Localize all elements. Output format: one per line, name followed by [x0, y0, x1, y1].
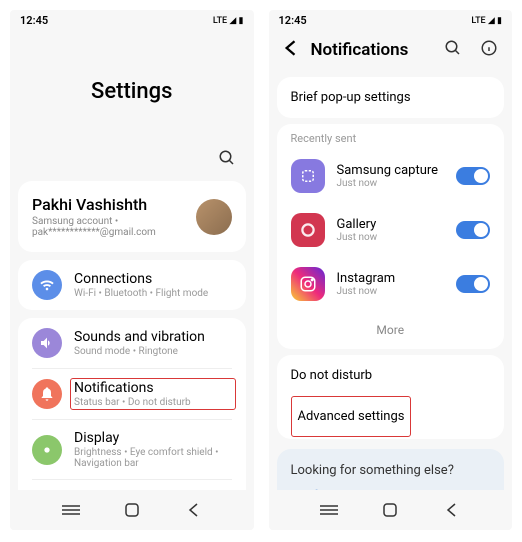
header: Notifications	[269, 29, 513, 71]
statusbar: 12:45 LTE ◢ ▮	[10, 10, 254, 29]
app-instagram[interactable]: Instagram Just now	[277, 257, 505, 311]
page-title: Settings	[10, 29, 254, 149]
app-name: Gallery	[337, 217, 445, 232]
setting-notifications[interactable]: Notifications Status bar • Do not distur…	[18, 369, 246, 419]
nav-bar	[10, 490, 254, 530]
nav-back[interactable]	[441, 500, 461, 520]
setting-connections[interactable]: Connections Wi-Fi • Bluetooth • Flight m…	[18, 260, 246, 310]
nav-recents[interactable]	[61, 500, 81, 520]
samsung-capture-icon	[291, 159, 325, 193]
info-icon[interactable]	[480, 39, 498, 61]
toggle-samsung-capture[interactable]	[456, 167, 490, 185]
avatar	[196, 199, 232, 235]
status-time: 12:45	[279, 14, 307, 27]
dnd-card: Do not disturb Advanced settings	[277, 355, 505, 439]
setting-sub: Status bar • Do not disturb	[74, 397, 232, 408]
setting-sub: Sound mode • Ringtone	[74, 346, 232, 357]
notifications-highlighted: Notifications Status bar • Do not distur…	[70, 378, 236, 410]
account-name: Pakhi Vashishth	[32, 195, 196, 214]
back-icon[interactable]	[283, 39, 297, 61]
instagram-icon	[291, 267, 325, 301]
search-icon[interactable]	[444, 39, 462, 61]
account-sub: Samsung account • pak************@gmail.…	[32, 216, 196, 238]
brief-card[interactable]: Brief pop-up settings	[277, 77, 505, 118]
app-name: Instagram	[337, 271, 445, 286]
nav-home[interactable]	[122, 500, 142, 520]
setting-sounds[interactable]: Sounds and vibration Sound mode • Ringto…	[18, 318, 246, 368]
phone-notifications: 12:45 LTE ◢ ▮ Notifications Brief pop-up…	[269, 10, 513, 530]
nav-recents[interactable]	[319, 500, 339, 520]
toggle-instagram[interactable]	[456, 275, 490, 293]
setting-title: Notifications	[74, 380, 232, 396]
app-samsung-capture[interactable]: Samsung capture Just now	[277, 149, 505, 203]
app-name: Samsung capture	[337, 163, 445, 178]
status-icons: LTE ◢ ▮	[213, 16, 244, 26]
status-icons: LTE ◢ ▮	[471, 16, 502, 26]
setting-title: Connections	[74, 271, 232, 287]
setting-title: Sounds and vibration	[74, 329, 232, 345]
nav-bar	[269, 490, 513, 530]
statusbar: 12:45 LTE ◢ ▮	[269, 10, 513, 29]
looking-title: Looking for something else?	[291, 463, 491, 478]
nav-back[interactable]	[183, 500, 203, 520]
status-time: 12:45	[20, 14, 48, 27]
gallery-icon	[291, 213, 325, 247]
sun-icon	[32, 435, 62, 465]
settings-list: Connections Wi-Fi • Bluetooth • Flight m…	[18, 260, 246, 310]
recent-card: Recently sent Samsung capture Just now G…	[277, 124, 505, 349]
app-time: Just now	[337, 286, 445, 297]
recently-sent-label: Recently sent	[277, 124, 505, 149]
advanced-settings-highlighted[interactable]: Advanced settings	[291, 396, 412, 437]
search-icon[interactable]	[218, 149, 236, 171]
setting-display[interactable]: Display Brightness • Eye comfort shield …	[18, 420, 246, 479]
account-card[interactable]: Pakhi Vashishth Samsung account • pak***…	[18, 181, 246, 252]
nav-home[interactable]	[380, 500, 400, 520]
wifi-icon	[32, 270, 62, 300]
sound-icon	[32, 328, 62, 358]
setting-sub: Wi-Fi • Bluetooth • Flight mode	[74, 288, 232, 299]
bell-icon	[32, 379, 62, 409]
app-time: Just now	[337, 178, 445, 189]
header-title: Notifications	[311, 40, 431, 60]
toggle-gallery[interactable]	[456, 221, 490, 239]
setting-title: Display	[74, 430, 232, 446]
app-time: Just now	[337, 232, 445, 243]
dnd-row[interactable]: Do not disturb	[277, 355, 505, 396]
brief-popup: Brief pop-up settings	[277, 77, 505, 118]
phone-settings: 12:45 LTE ◢ ▮ Settings Pakhi Vashishth S…	[10, 10, 254, 530]
app-gallery[interactable]: Gallery Just now	[277, 203, 505, 257]
more-button[interactable]: More	[277, 311, 505, 349]
setting-sub: Brightness • Eye comfort shield • Naviga…	[74, 447, 232, 469]
